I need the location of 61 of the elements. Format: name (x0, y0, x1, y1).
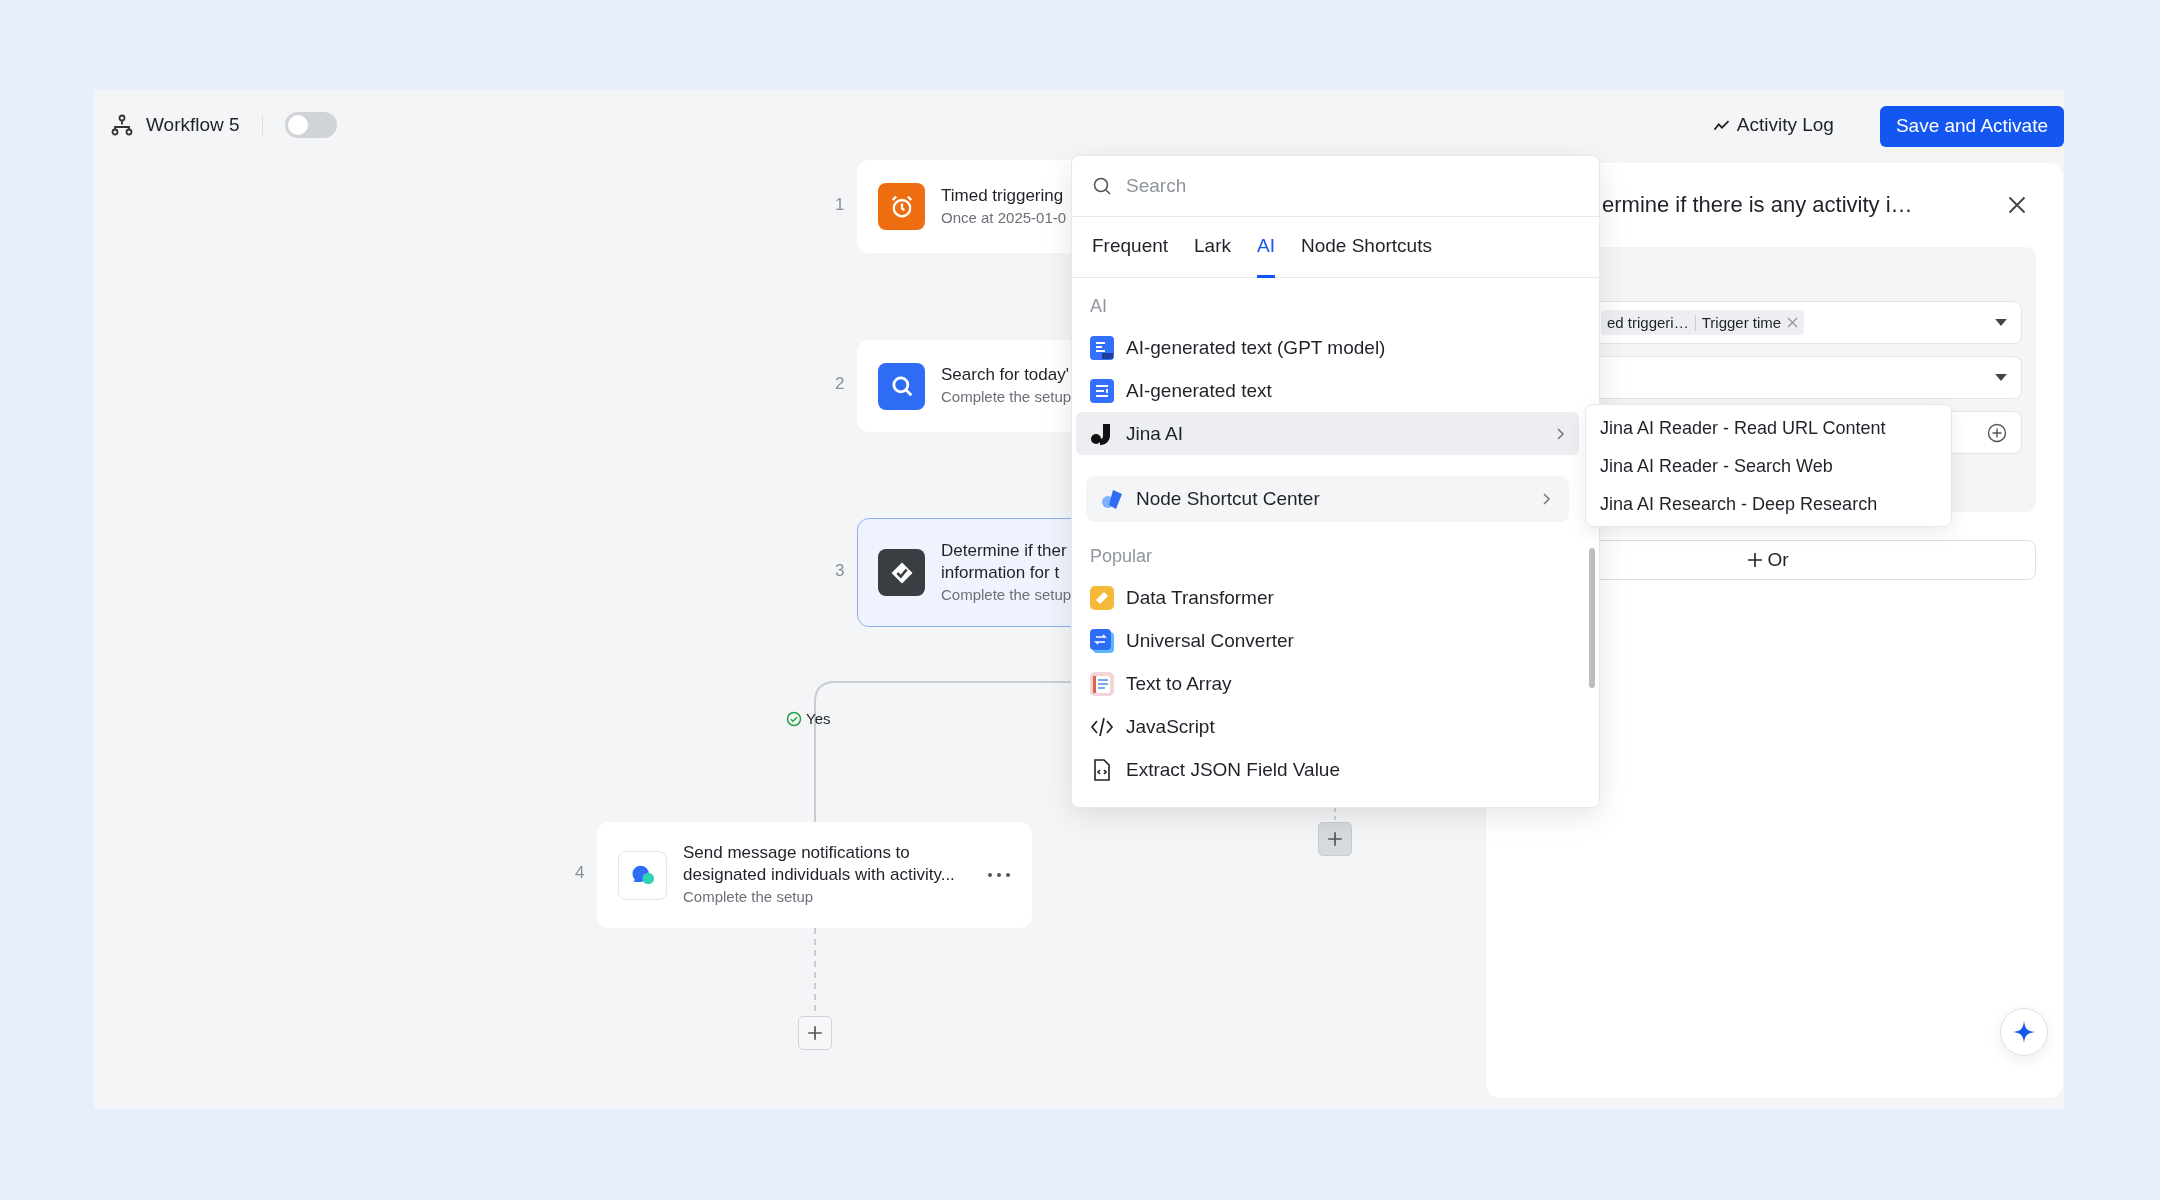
node-status: Once at 2025-01-0 (941, 207, 1067, 228)
menu-item[interactable]: Jina AI (1076, 412, 1579, 455)
caret-icon (1995, 374, 2007, 381)
transformer-icon (1090, 585, 1114, 610)
remove-icon[interactable] (1787, 317, 1799, 328)
step-number: 2 (835, 374, 845, 394)
shortcut-center-item[interactable]: Node Shortcut Center (1086, 476, 1569, 522)
workflow-icon (110, 113, 134, 137)
menu-tab[interactable]: Lark (1194, 217, 1231, 278)
submenu-item[interactable]: Jina AI Research - Deep Research (1586, 485, 1951, 523)
menu-tab[interactable]: Node Shortcuts (1300, 217, 1432, 278)
shapes-icon (1100, 487, 1124, 511)
chevron-right-icon (1543, 493, 1551, 505)
caret-icon (1995, 319, 2007, 326)
node-title: Determine if ther (941, 539, 1067, 562)
node-title: Timed triggering (941, 184, 1064, 207)
panel-title: ermine if there is any activity i… (1602, 192, 1914, 218)
node-title: information for t (941, 561, 1060, 584)
add-circle-icon[interactable] (1987, 422, 2007, 443)
node-title: designated individuals with activity... (683, 864, 955, 886)
text-gpt-icon (1090, 335, 1114, 360)
variable-tag: ed triggeri… Trigger time (1601, 310, 1805, 335)
document-stack-icon (1090, 671, 1114, 696)
node-status: Complete the setup (941, 584, 1072, 605)
node-title: Search for today' (941, 364, 1069, 386)
enable-toggle[interactable] (284, 112, 337, 138)
node-title: Send message notifications to (683, 842, 910, 864)
node-status: Complete the setup (941, 387, 1072, 407)
ai-assistant-button[interactable] (2000, 1008, 2048, 1056)
converter-icon (1090, 628, 1114, 653)
save-and-activate-button[interactable]: Save and Activate (1879, 105, 2064, 147)
plus-icon (806, 1024, 824, 1042)
submenu-item[interactable]: Jina AI Reader - Read URL Content (1586, 409, 1951, 447)
branch-label: Yes (806, 710, 831, 727)
menu-item[interactable]: Text to Array (1076, 662, 1579, 705)
trend-icon (1712, 118, 1731, 132)
menu-tab[interactable]: AI (1257, 217, 1275, 278)
plus-icon (1747, 552, 1764, 568)
add-node-button[interactable] (798, 1016, 832, 1050)
node-status: Complete the setup (683, 887, 814, 907)
submenu-item[interactable]: Jina AI Reader - Search Web (1586, 447, 1951, 485)
more-icon[interactable] (987, 872, 1011, 878)
menu-item[interactable]: Extract JSON Field Value (1076, 748, 1579, 791)
add-node-button[interactable] (1318, 822, 1352, 856)
workflow-node[interactable]: Send message notifications to designated individuals with activity... Complete the setup (597, 822, 1032, 928)
menu-item[interactable]: JavaScript (1076, 705, 1579, 748)
connector-line (1334, 807, 1336, 823)
section-heading: AI (1089, 294, 1108, 318)
chevron-right-icon (1557, 427, 1565, 440)
section-heading: Popular (1089, 544, 1154, 568)
sparkle-icon (2012, 1020, 2036, 1044)
plus-icon (1326, 830, 1344, 848)
close-icon[interactable] (2007, 195, 2027, 215)
activity-log-button[interactable]: Activity Log (1706, 113, 1840, 137)
step-number: 4 (575, 863, 585, 883)
check-circle-icon (786, 710, 802, 727)
step-number: 3 (835, 560, 845, 581)
search-icon (1092, 176, 1112, 196)
text-lines-icon (1090, 378, 1114, 403)
workflow-title: Workflow 5 (146, 114, 240, 136)
step-number: 1 (835, 194, 845, 215)
